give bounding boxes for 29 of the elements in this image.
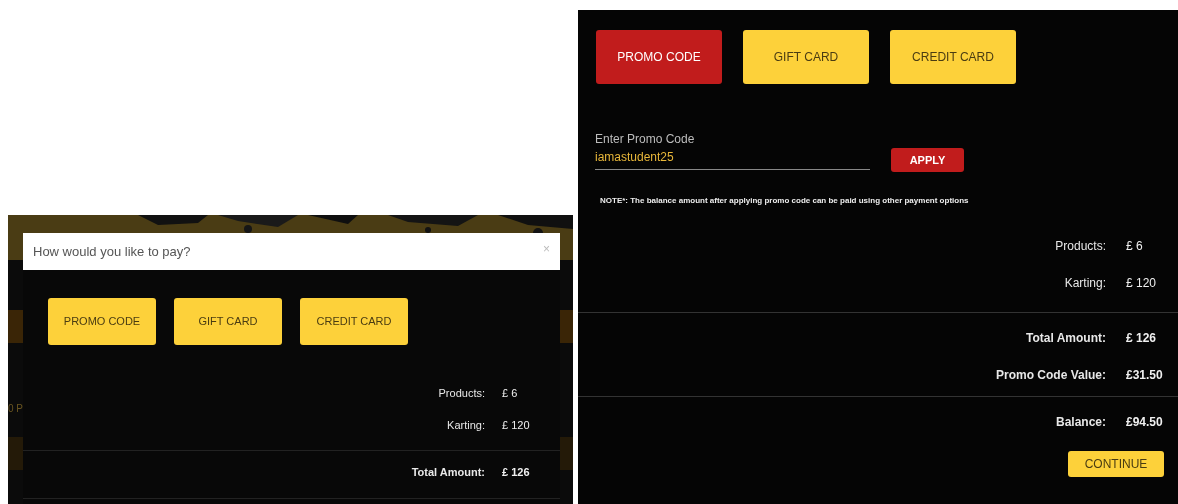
payment-option-button[interactable]: GIFT CARD [743,30,869,84]
dialog-title: How would you like to pay? [33,242,191,261]
summary-label: Products: [1055,237,1106,255]
background-text: 0 P [8,402,23,416]
summary-value: £ 6 [1126,238,1143,253]
continue-button[interactable]: CONTINUE [1068,451,1164,477]
payment-option-button[interactable]: PROMO CODE [596,30,722,84]
field-label: Enter Promo Code [595,131,696,148]
payment-option-button[interactable]: PROMO CODE [48,298,156,345]
summary-value: £ 126 [1126,330,1157,345]
payment-option-button[interactable]: CREDIT CARD [300,298,408,345]
payment-option-button[interactable]: CREDIT CARD [890,30,1016,84]
summary-value: £31.50 [1126,367,1163,382]
summary-label: Karting: [1064,274,1106,292]
summary-label: Products: [438,385,485,401]
summary-label: Promo Code Value: [995,366,1106,384]
summary-label: Balance: [1055,413,1106,431]
summary-label: Karting: [447,417,485,433]
summary-value: £ 6 [502,386,518,399]
summary-value: £ 120 [1126,275,1157,290]
note-text: NOTE*: The balance amount after applying promo code can be paid using other payment options [600,195,970,207]
payment-option-button[interactable]: GIFT CARD [174,298,282,345]
summary-value: £ 126 [502,465,530,478]
summary-label: Total Amount: [1026,329,1106,347]
summary-value: £ 120 [502,418,530,431]
promo-code-field[interactable]: iamastudent25 [595,148,870,166]
summary-label: Total Amount: [411,464,485,480]
summary-value: £94.50 [1126,414,1163,429]
apply-button[interactable]: APPLY [891,148,964,172]
